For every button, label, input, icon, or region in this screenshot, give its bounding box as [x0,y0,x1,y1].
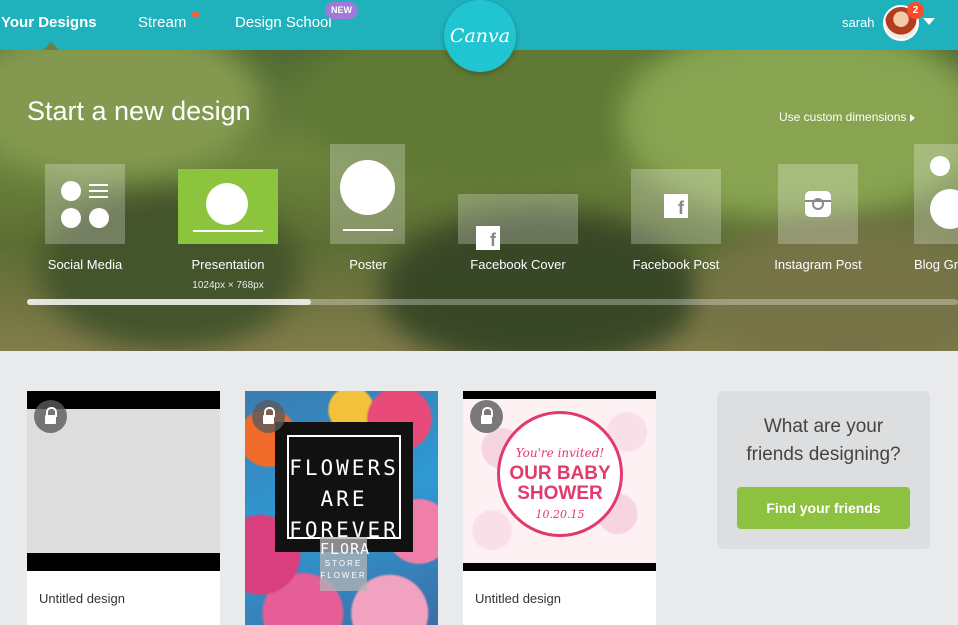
design-type-label: Facebook Cover [470,257,566,272]
design-type-blog-graphic[interactable] [914,144,958,244]
custom-dimensions-label: Use custom dimensions [779,110,907,124]
design-name: Untitled design [475,591,561,606]
invite-title: OUR BABY SHOWER [500,464,620,504]
flora-logo: FLORA STORE FLOWER [320,537,371,591]
active-tab-indicator [43,42,59,50]
design-card-flowers[interactable]: FLOWERS ARE FOREVER FLORA STORE FLOWER [245,391,438,625]
poster-title-line: ARE [320,487,368,511]
poster-title-line: FLOWERS [289,456,399,480]
logo-text: Canva [449,25,511,47]
poster-icon [343,229,393,231]
design-type-instagram-post[interactable] [778,164,858,244]
nav-your-designs[interactable]: Your Designs [1,14,97,31]
design-name: Untitled design [39,591,125,606]
new-badge: NEW [325,2,358,19]
poster-title: FLOWERS ARE FOREVER [289,453,399,546]
design-type-label: Presentation [191,257,265,272]
flora-sub: STORE [324,559,363,568]
invite-title-line: SHOWER [517,483,603,504]
flora-sub: FLOWER [320,571,367,580]
account-menu-caret-icon[interactable] [923,18,935,25]
social-media-icon [89,196,108,198]
friends-prompt-line: What are your [763,416,884,437]
social-media-icon [89,190,108,192]
social-media-icon [61,181,81,201]
facebook-icon [664,194,688,219]
nav-design-school[interactable]: Design School [235,14,332,31]
friends-panel: What are your friends designing? Find yo… [717,391,930,549]
lock-icon [470,400,503,433]
friends-prompt: What are your friends designing? [717,413,930,469]
design-type-label: Poster [349,257,387,272]
design-type-facebook-cover[interactable] [458,194,578,251]
design-type-label: Facebook Post [632,257,720,272]
invite-ring: You're invited! OUR BABY SHOWER 10.20.15 [497,411,623,537]
chevron-right-icon [910,113,916,122]
design-type-facebook-post[interactable] [631,169,721,244]
poster-title-box: FLOWERS ARE FOREVER [275,422,413,552]
invite-date: 10.20.15 [535,508,585,521]
custom-dimensions-link[interactable]: Use custom dimensions [779,110,916,124]
username[interactable]: sarah [842,15,875,30]
invite-title-line: OUR BABY [509,463,611,484]
design-type-dimensions: 1024px × 768px [192,280,264,291]
presentation-icon [206,183,248,225]
design-card[interactable]: You're invited! OUR BABY SHOWER 10.20.15… [463,391,656,625]
design-type-label: Social Media [47,257,123,272]
invite-text: You're invited! [515,446,605,460]
presentation-icon [193,230,263,232]
poster-icon [340,160,395,215]
instagram-icon [805,191,831,217]
social-media-icon [61,208,81,228]
hero-title: Start a new design [27,96,251,126]
friends-prompt-line: friends designing? [746,444,901,465]
design-type-poster[interactable] [330,144,405,244]
social-media-icon [89,184,108,186]
design-card[interactable]: Untitled design [27,391,220,625]
lock-icon [252,400,285,433]
lock-icon [34,400,67,433]
new-design-hero: Start a new design Use custom dimensions… [0,50,958,351]
blog-graphic-icon [930,156,950,176]
canva-logo[interactable]: Canva [444,0,516,72]
nav-stream[interactable]: Stream [138,14,186,31]
poster-frame: FLOWERS ARE FOREVER [287,435,401,542]
stream-notification-dot [192,11,199,18]
facebook-icon [476,226,500,251]
design-type-presentation[interactable] [178,169,278,244]
find-friends-button[interactable]: Find your friends [737,487,910,529]
design-type-label: Blog Gr [914,257,958,272]
notification-count-badge: 2 [907,2,924,19]
flora-brand: FLORA [320,540,371,558]
design-type-label: Instagram Post [774,257,862,272]
design-types-scroll-thumb[interactable] [27,299,311,305]
blog-graphic-icon [930,189,958,229]
social-media-icon [89,208,109,228]
design-type-social-media[interactable] [45,164,125,244]
